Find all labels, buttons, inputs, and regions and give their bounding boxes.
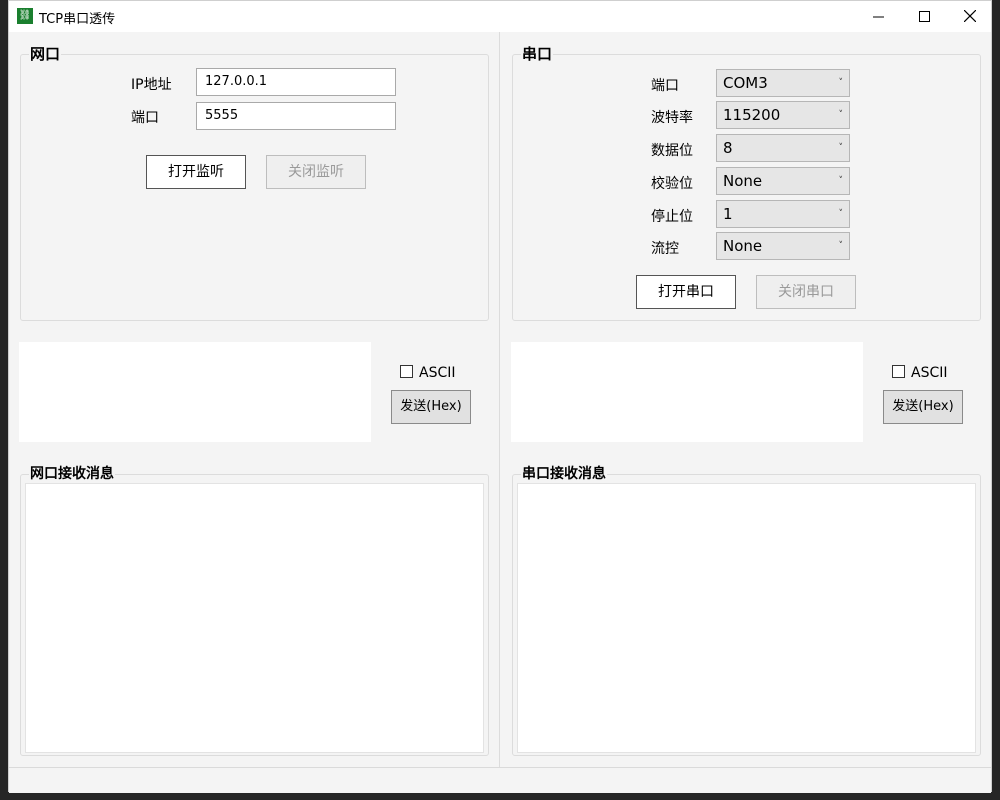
serial-receive-group: 串口接收消息	[512, 463, 981, 756]
stop-bits-value: 1	[723, 205, 733, 223]
checkbox-icon	[400, 365, 413, 378]
serial-send-button[interactable]: 发送(Hex)	[883, 390, 963, 424]
flow-control-select[interactable]: None ˅	[716, 232, 850, 260]
network-receive-textarea[interactable]	[25, 483, 484, 753]
port-input[interactable]: 5555	[196, 102, 396, 130]
network-send-textarea[interactable]	[19, 342, 371, 442]
chevron-down-icon: ˅	[838, 143, 844, 153]
parity-select[interactable]: None ˅	[716, 167, 850, 195]
network-receive-title: 网口接收消息	[29, 463, 115, 483]
stop-bits-select[interactable]: 1 ˅	[716, 200, 850, 228]
parity-label: 校验位	[651, 176, 693, 192]
chevron-down-icon: ˅	[838, 110, 844, 120]
data-bits-label: 数据位	[651, 143, 693, 159]
baud-rate-value: 115200	[723, 106, 781, 124]
maximize-icon	[918, 10, 930, 22]
network-ascii-label: ASCII	[419, 365, 456, 381]
open-serial-button[interactable]: 打开串口	[636, 275, 736, 309]
minimize-icon	[872, 16, 884, 17]
data-bits-select[interactable]: 8 ˅	[716, 134, 850, 162]
close-icon	[963, 9, 977, 23]
chevron-down-icon: ˅	[838, 209, 844, 219]
baud-rate-select[interactable]: 115200 ˅	[716, 101, 850, 129]
status-bar	[9, 767, 991, 793]
serial-port-select[interactable]: COM3 ˅	[716, 69, 850, 97]
maximize-button[interactable]	[901, 1, 947, 32]
checkbox-icon	[892, 365, 905, 378]
serial-receive-textarea[interactable]	[517, 483, 976, 753]
serial-send-textarea[interactable]	[511, 342, 863, 442]
network-group-title: 网口	[29, 43, 62, 64]
flow-control-value: None	[723, 237, 763, 255]
serial-ascii-checkbox[interactable]: ASCII	[892, 365, 948, 381]
network-ascii-checkbox[interactable]: ASCII	[400, 365, 456, 381]
flow-control-label: 流控	[651, 241, 679, 257]
parity-value: None	[723, 172, 763, 190]
serial-port-label: 端口	[651, 78, 679, 94]
network-receive-group: 网口接收消息	[20, 463, 489, 756]
serial-port-value: COM3	[723, 74, 768, 92]
serial-ascii-label: ASCII	[911, 365, 948, 381]
baud-rate-label: 波特率	[651, 110, 693, 126]
chevron-down-icon: ˅	[838, 78, 844, 88]
close-window-button[interactable]	[947, 1, 993, 32]
window-title: TCP串口透传	[39, 12, 116, 27]
serial-group: 串口 端口 COM3 ˅ 波特率 115200 ˅ 数据位 8 ˅ 校验位 None ˅…	[512, 43, 981, 321]
panel-divider	[499, 32, 500, 768]
close-listen-button[interactable]: 关闭监听	[266, 155, 366, 189]
data-bits-value: 8	[723, 139, 733, 157]
title-bar: ⛓ TCP串口透传	[9, 1, 991, 32]
ip-input[interactable]: 127.0.0.1	[196, 68, 396, 96]
link-icon: ⛓	[17, 8, 33, 24]
chevron-down-icon: ˅	[838, 176, 844, 186]
minimize-button[interactable]	[855, 1, 901, 32]
serial-receive-title: 串口接收消息	[521, 463, 607, 483]
open-listen-button[interactable]: 打开监听	[146, 155, 246, 189]
network-send-button[interactable]: 发送(Hex)	[391, 390, 471, 424]
serial-group-title: 串口	[521, 43, 554, 64]
stop-bits-label: 停止位	[651, 209, 693, 225]
ip-label: IP地址	[131, 77, 172, 93]
network-group: 网口 IP地址 127.0.0.1 端口 5555 打开监听 关闭监听	[20, 43, 489, 321]
app-window: ⛓ TCP串口透传 网口 IP地址 127.0.0.1 端口 5555 打开监听…	[8, 0, 992, 793]
chevron-down-icon: ˅	[838, 241, 844, 251]
port-label: 端口	[131, 110, 159, 126]
close-serial-button[interactable]: 关闭串口	[756, 275, 856, 309]
